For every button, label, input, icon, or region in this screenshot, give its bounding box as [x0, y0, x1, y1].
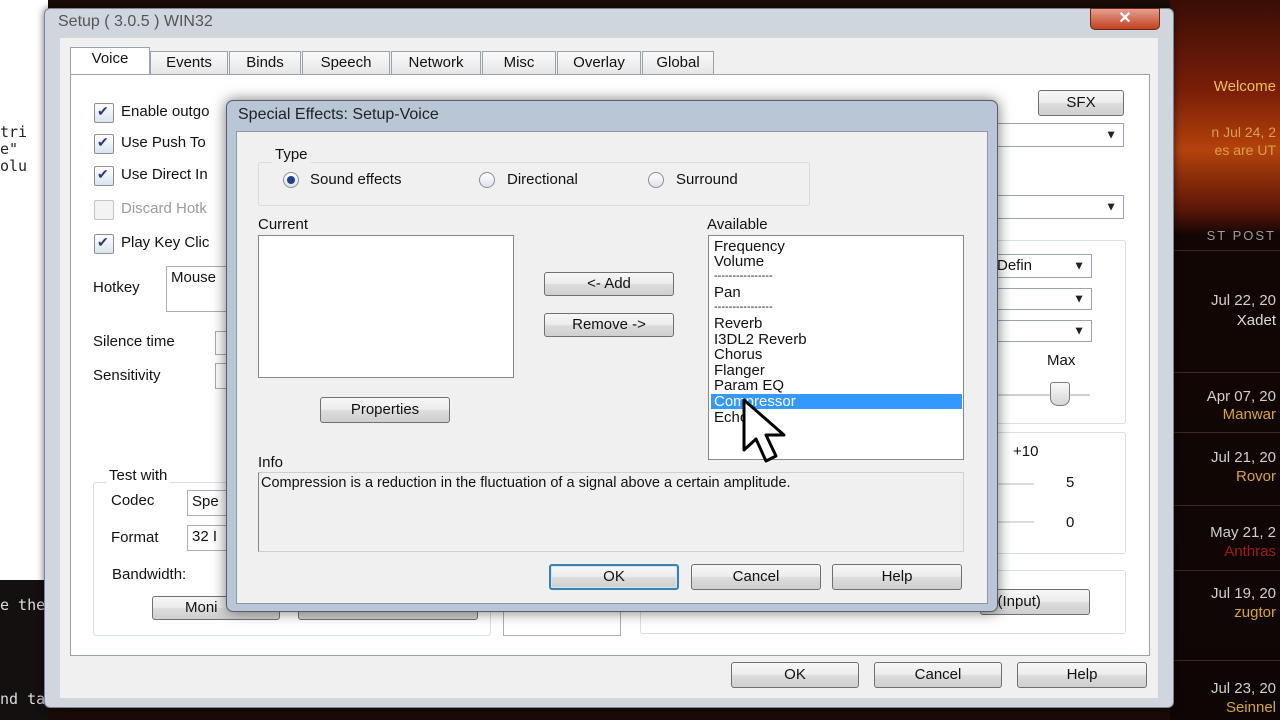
info-box: Compression is a reduction in the fluctu… — [258, 472, 964, 552]
forum-names-line: es are UT — [1214, 142, 1276, 158]
sfx-button[interactable]: SFX — [1038, 90, 1124, 116]
push-to-talk-label: Use Push To — [121, 134, 206, 151]
defin-combo[interactable]: Defin — [990, 254, 1092, 278]
dialog-title: Special Effects: Setup-Voice — [238, 106, 439, 123]
dialog-ok-button[interactable]: OK — [549, 564, 679, 590]
defin-combo-value: Defin — [997, 257, 1033, 274]
sound-effects-radio[interactable] — [283, 172, 299, 188]
forum-header: ST POST — [1206, 228, 1276, 243]
info-label: Info — [258, 454, 284, 471]
list-item[interactable]: Param EQ — [714, 378, 784, 393]
list-separator[interactable]: ---------------- — [714, 269, 773, 284]
list-item[interactable]: Chorus — [714, 347, 762, 362]
tab-misc[interactable]: Misc — [482, 51, 556, 74]
current-label: Current — [258, 216, 309, 233]
forum-post-date: Jul 23, 20 — [1210, 680, 1276, 697]
level-value-5: 5 — [1066, 474, 1075, 491]
forum-post-user[interactable]: zugtor — [1234, 604, 1276, 621]
forum-welcome: Welcome — [1213, 78, 1276, 95]
discard-hotkey-label: Discard Hotk — [121, 200, 207, 217]
codec-label: Codec — [111, 492, 155, 509]
forum-post-user[interactable]: Manwar — [1223, 406, 1276, 423]
direct-input-label: Use Direct In — [121, 166, 208, 183]
enable-outgoing-checkbox[interactable] — [94, 103, 114, 123]
current-effects-list[interactable] — [258, 235, 514, 378]
sound-effects-label: Sound effects — [310, 171, 402, 188]
plus10-label: +10 — [1013, 443, 1039, 460]
list-separator[interactable]: ---------------- — [714, 300, 773, 315]
tab-overlay[interactable]: Overlay — [557, 51, 641, 74]
background-left-dark: e the nd ta — [0, 580, 48, 720]
list-item[interactable]: Frequency — [714, 239, 785, 254]
close-window-button[interactable]: ✕ — [1090, 8, 1160, 30]
background-code-line: tri — [0, 123, 28, 141]
forum-post-user[interactable]: Anthras — [1224, 543, 1276, 560]
background-forum: Welcome n Jul 24, 2 es are UT ST POST Ju… — [1170, 0, 1280, 720]
forum-post-user[interactable]: Rovor — [1236, 468, 1276, 485]
tab-global[interactable]: Global — [642, 51, 714, 74]
tab-voice[interactable]: Voice — [70, 47, 150, 76]
directional-radio[interactable] — [479, 172, 495, 188]
play-key-click-checkbox[interactable] — [94, 234, 114, 254]
forum-post-date: Jul 21, 20 — [1210, 449, 1276, 466]
surround-label: Surround — [676, 171, 738, 188]
test-with-label: Test with — [106, 467, 171, 484]
setup-help-button[interactable]: Help — [1017, 662, 1147, 688]
forum-post-date: Jul 22, 20 — [1210, 292, 1276, 309]
background-text: e the — [0, 596, 46, 614]
forum-post-user[interactable]: Seinnel — [1226, 699, 1276, 716]
background-code-line: olu — [0, 157, 28, 175]
mouse-cursor-icon — [742, 398, 786, 463]
option-combo[interactable] — [990, 288, 1092, 310]
setup-cancel-button[interactable]: Cancel — [874, 662, 1002, 688]
direct-input-checkbox[interactable] — [94, 166, 114, 186]
list-item[interactable]: Pan — [714, 285, 741, 300]
type-label: Type — [272, 146, 311, 163]
slider-track — [990, 394, 1090, 396]
tab-network[interactable]: Network — [391, 51, 481, 74]
max-label: Max — [1047, 352, 1076, 369]
discard-hotkey-checkbox[interactable] — [94, 200, 114, 220]
silence-time-label: Silence time — [93, 333, 175, 350]
list-item[interactable]: Volume — [714, 254, 764, 269]
setup-window-title: Setup ( 3.0.5 ) WIN32 — [58, 13, 213, 30]
setup-ok-button[interactable]: OK — [731, 662, 859, 688]
device-combo[interactable] — [990, 123, 1124, 147]
dialog-help-button[interactable]: Help — [832, 564, 962, 590]
tab-events[interactable]: Events — [150, 51, 228, 74]
add-effect-button[interactable]: <- Add — [544, 272, 674, 296]
surround-radio[interactable] — [648, 172, 664, 188]
forum-post-user[interactable]: Xadet — [1237, 312, 1276, 329]
enable-outgoing-label: Enable outgo — [121, 103, 210, 120]
properties-button[interactable]: Properties — [320, 397, 450, 423]
forum-post-date: Jul 19, 20 — [1210, 585, 1276, 602]
play-key-click-label: Play Key Clic — [121, 234, 210, 251]
info-text: Compression is a reduction in the fluctu… — [261, 475, 791, 491]
dialog-cancel-button[interactable]: Cancel — [691, 564, 821, 590]
remove-effect-button[interactable]: Remove -> — [544, 313, 674, 337]
push-to-talk-checkbox[interactable] — [94, 134, 114, 154]
device-combo[interactable] — [990, 195, 1124, 219]
option-combo[interactable] — [990, 320, 1092, 342]
list-item[interactable]: Reverb — [714, 316, 762, 331]
forum-date-line: n Jul 24, 2 — [1211, 124, 1276, 140]
list-item[interactable]: Flanger — [714, 363, 765, 378]
directional-label: Directional — [507, 171, 578, 188]
forum-post-date: May 21, 2 — [1210, 524, 1276, 541]
tab-speech[interactable]: Speech — [302, 51, 390, 74]
background-text: nd ta — [0, 690, 46, 708]
list-item[interactable]: I3DL2 Reverb — [714, 332, 807, 347]
slider-thumb[interactable] — [1050, 382, 1070, 406]
background-code-line: e" — [0, 140, 19, 158]
forum-post-date: Apr 07, 20 — [1206, 388, 1276, 405]
hotkey-label: Hotkey — [93, 279, 140, 296]
format-label: Format — [111, 529, 159, 546]
level-value-0: 0 — [1066, 514, 1075, 531]
bandwidth-label: Bandwidth: — [112, 566, 187, 583]
sensitivity-label: Sensitivity — [93, 367, 161, 384]
available-label: Available — [707, 216, 768, 233]
tab-binds[interactable]: Binds — [229, 51, 301, 74]
